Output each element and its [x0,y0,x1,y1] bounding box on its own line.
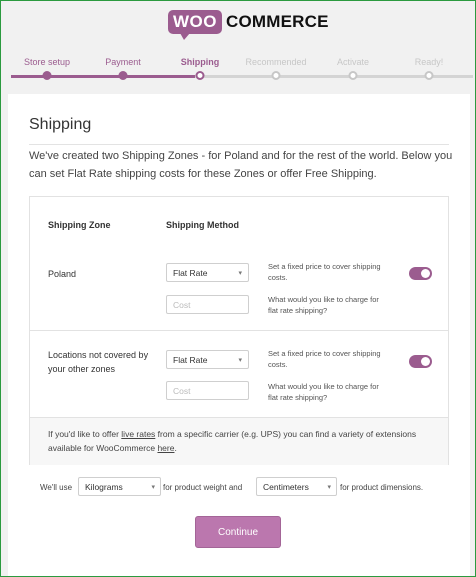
step-recommended: Recommended [245,57,307,67]
row-divider [30,330,448,331]
dimension-unit-value: Centimeters [263,482,309,492]
cost-description: What would you like to charge for flat r… [268,382,379,402]
page-title: Shipping [29,116,92,133]
enable-toggle-rest-of-world[interactable] [409,355,432,368]
shipping-zones-table: Shipping Zone Shipping Method Poland Fla… [29,196,449,465]
chevron-down-icon: ▾ [238,357,242,364]
live-rates-note: If you'd like to offer live rates from a… [30,417,448,465]
title-divider [29,144,449,145]
step-dot-shipping [195,71,205,80]
progress-steps: Store setup Payment Shipping Recommended… [11,53,473,83]
logo-commerce: COMMERCE [226,12,329,31]
method-description: Set a fixed price to cover shipping cost… [268,262,381,282]
setup-wizard: WOO COMMERCE Store setup Payment Shippin… [0,0,476,577]
woocommerce-logo: WOO COMMERCE [168,8,328,40]
header-shipping-method: Shipping Method [166,220,239,230]
live-rates-link[interactable]: live rates [121,429,155,439]
logo-woo: WOO [168,10,222,40]
extensions-here-link[interactable]: here [157,443,174,453]
step-dot-ready [424,71,434,80]
step-activate: Activate [336,57,370,67]
live-rates-text: If you'd like to offer live rates from a… [48,427,438,455]
step-dot-store-setup [42,71,52,80]
zone-name-rest-of-world: Locations not covered by your other zone… [48,350,149,374]
step-dot-recommended [271,71,281,80]
step-shipping: Shipping [180,57,220,67]
note-text-start: If you'd like to offer [48,429,122,439]
method-select-value: Flat Rate [173,268,208,278]
continue-button[interactable]: Continue [195,516,281,548]
units-prefix: We'll use [40,483,73,492]
method-description: Set a fixed price to cover shipping cost… [268,349,381,369]
dimension-suffix: for product dimensions. [340,483,424,492]
note-text-end: . [174,443,177,453]
step-dot-activate [348,71,358,80]
toggle-knob [421,357,430,366]
header-shipping-zone: Shipping Zone [48,220,111,230]
step-ready: Ready! [414,57,444,67]
step-dot-payment [118,71,128,80]
step-payment: Payment [105,57,141,67]
method-select-value: Flat Rate [173,355,208,365]
progress-track-done [11,75,195,78]
cost-description: What would you like to charge for flat r… [268,295,379,315]
chevron-down-icon: ▾ [327,484,331,491]
shipping-card: Shipping We've created two Shipping Zone… [8,94,470,576]
weight-suffix: for product weight and [163,483,243,492]
chevron-down-icon: ▾ [151,484,155,491]
cost-input-rest-of-world[interactable]: Cost [166,381,249,400]
weight-unit-value: Kilograms [85,482,123,492]
intro-text: We've created two Shipping Zones - for P… [29,150,453,180]
toggle-knob [421,269,430,278]
method-select-poland[interactable]: Flat Rate ▾ [166,263,249,282]
step-store-setup: Store setup [23,57,71,67]
cost-input-poland[interactable]: Cost [166,295,249,314]
enable-toggle-poland[interactable] [409,267,432,280]
units-row: We'll use Kilograms ▾ for product weight… [8,477,470,499]
weight-unit-select[interactable]: Kilograms ▾ [78,477,161,496]
method-select-rest-of-world[interactable]: Flat Rate ▾ [166,350,249,369]
dimension-unit-select[interactable]: Centimeters ▾ [256,477,337,496]
chevron-down-icon: ▾ [238,270,242,277]
zone-name-poland: Poland [48,269,77,279]
